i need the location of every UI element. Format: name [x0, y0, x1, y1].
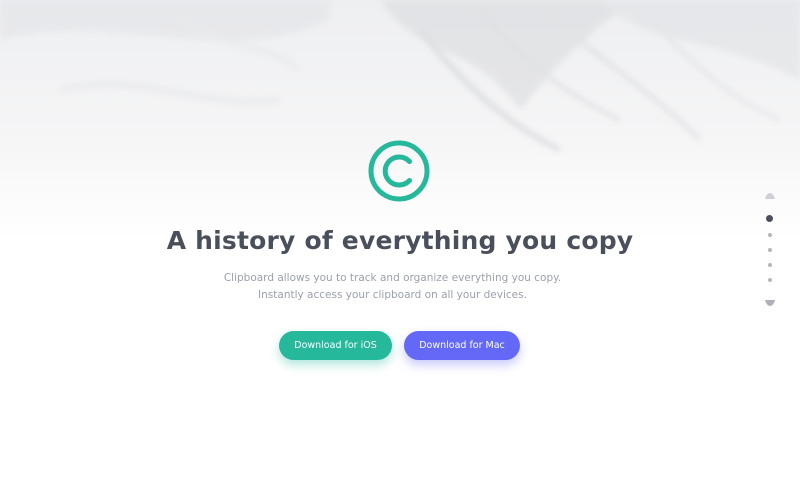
section-dot-3[interactable]	[767, 247, 772, 252]
hero-background-image	[0, 0, 800, 240]
copyright-icon	[368, 140, 430, 202]
section-dot-2[interactable]	[767, 232, 772, 237]
hero-description: Clipboard allows you to track and organi…	[223, 272, 562, 301]
landing-page: A history of everything you copy Clipboa…	[0, 0, 800, 500]
chevron-up-icon[interactable]	[765, 193, 775, 199]
section-dot-1-active[interactable]	[766, 215, 773, 222]
page-title: A history of everything you copy	[166, 226, 634, 255]
section-dot-5[interactable]	[767, 277, 772, 282]
section-dot-4[interactable]	[767, 262, 772, 267]
chevron-down-icon[interactable]	[765, 300, 775, 306]
section-dot-nav	[762, 190, 778, 310]
download-mac-button[interactable]: Download for Mac	[404, 331, 520, 360]
download-ios-button[interactable]: Download for iOS	[279, 331, 392, 360]
